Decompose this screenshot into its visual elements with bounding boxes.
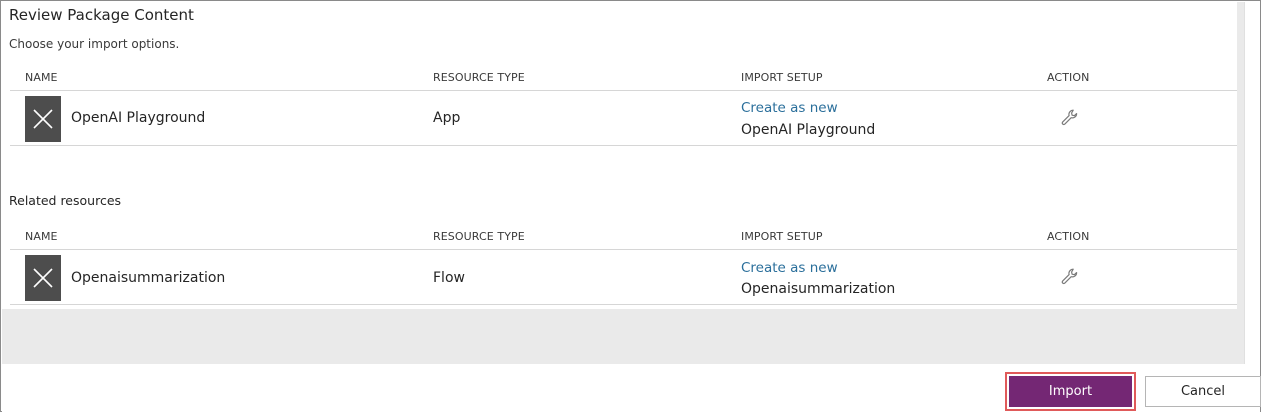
page-title: Review Package Content: [9, 6, 194, 24]
column-header-resource-type: RESOURCE TYPE: [433, 230, 525, 243]
dialog-frame: Review Package Content Choose your impor…: [0, 0, 1261, 412]
column-header-action: ACTION: [1047, 71, 1090, 84]
resource-type: Flow: [433, 270, 465, 286]
create-as-new-link[interactable]: Create as new: [741, 260, 838, 276]
resource-name: OpenAI Playground: [71, 110, 206, 126]
table-row: Openaisummarization Flow Create as new O…: [10, 251, 1237, 305]
vertical-scrollbar[interactable]: [1244, 2, 1260, 364]
resource-name: Openaisummarization: [71, 270, 226, 286]
column-header-import-setup: IMPORT SETUP: [741, 230, 823, 243]
resource-tile: [25, 96, 61, 142]
column-header-name: NAME: [25, 230, 58, 243]
column-header-import-setup: IMPORT SETUP: [741, 71, 823, 84]
close-x-icon: [33, 109, 53, 129]
wrench-icon[interactable]: [1060, 267, 1080, 287]
wrench-icon[interactable]: [1060, 108, 1080, 128]
create-as-new-link[interactable]: Create as new: [741, 100, 838, 116]
column-header-name: NAME: [25, 71, 58, 84]
resource-type: App: [433, 110, 461, 126]
import-setup-value: Openaisummarization: [741, 281, 896, 297]
close-x-icon: [33, 268, 53, 288]
resource-tile: [25, 255, 61, 301]
table-row: OpenAI Playground App Create as new Open…: [10, 92, 1237, 146]
dialog-footer: Import Cancel: [2, 364, 1261, 412]
cancel-button[interactable]: Cancel: [1145, 376, 1261, 407]
column-header-action: ACTION: [1047, 230, 1090, 243]
import-button[interactable]: Import: [1009, 376, 1132, 407]
review-panel: Review Package Content Choose your impor…: [2, 2, 1244, 364]
table-header: NAME RESOURCE TYPE IMPORT SETUP ACTION: [10, 65, 1237, 91]
column-header-resource-type: RESOURCE TYPE: [433, 71, 525, 84]
related-resources-title: Related resources: [9, 193, 122, 208]
page-subtitle: Choose your import options.: [9, 37, 180, 51]
table-header: NAME RESOURCE TYPE IMPORT SETUP ACTION: [10, 224, 1237, 250]
review-content: Review Package Content Choose your impor…: [2, 2, 1237, 309]
import-setup-value: OpenAI Playground: [741, 122, 876, 138]
